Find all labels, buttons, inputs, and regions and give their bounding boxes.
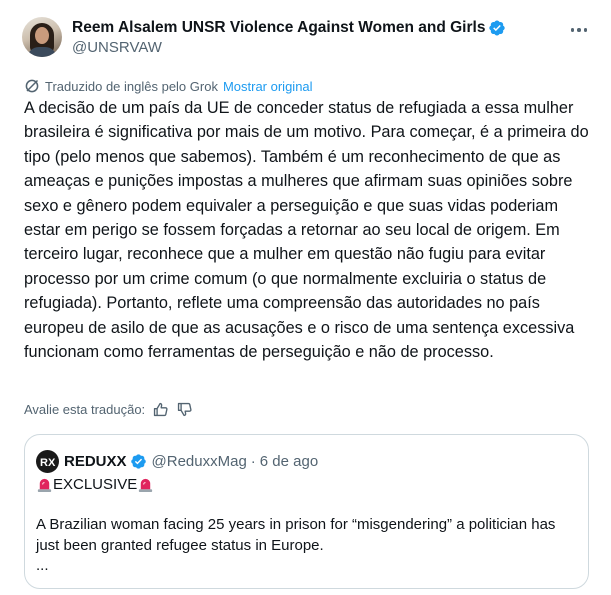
- quoted-tweet-ellipsis: ...: [36, 557, 49, 574]
- quoted-author-name[interactable]: REDUXX: [64, 453, 127, 470]
- author-name-row: Reem Alsalem UNSR Violence Against Women…: [72, 19, 506, 37]
- rate-translation: Avalie esta tradução:: [24, 401, 193, 418]
- quoted-separator: ·: [250, 453, 256, 470]
- translation-bar: Traduzido de inglês pelo Grok Mostrar or…: [24, 78, 313, 94]
- exclusive-line: EXCLUSIVE: [36, 476, 154, 493]
- rate-translation-label: Avalie esta tradução:: [24, 402, 146, 417]
- quoted-author-handle[interactable]: @ReduxxMag: [152, 453, 247, 470]
- quoted-verified-badge-icon: [130, 454, 146, 469]
- author-display-name[interactable]: Reem Alsalem UNSR Violence Against Women…: [72, 19, 485, 37]
- thumbs-down-icon[interactable]: [176, 401, 193, 418]
- more-options-icon[interactable]: [566, 20, 592, 40]
- post-text: A decisão de um país da UE de conceder s…: [24, 99, 589, 362]
- author-handle[interactable]: @UNSRVAW: [72, 39, 162, 56]
- author-avatar[interactable]: [22, 17, 62, 57]
- translation-note: Traduzido de inglês pelo Grok: [45, 78, 218, 94]
- siren-icon: [37, 478, 52, 493]
- tweet: Reem Alsalem UNSR Violence Against Women…: [0, 0, 611, 595]
- siren-icon: [139, 478, 153, 493]
- verified-badge-icon[interactable]: [488, 19, 506, 37]
- svg-text:RX: RX: [40, 457, 56, 469]
- reduxx-logo-icon[interactable]: RX: [36, 450, 59, 473]
- thumbs-up-icon[interactable]: [152, 401, 169, 418]
- quoted-tweet-header: RX REDUXX @ReduxxMag · 6 de ago: [36, 450, 318, 473]
- quoted-tweet[interactable]: RX REDUXX @ReduxxMag · 6 de ago EXCLUSIV…: [24, 434, 589, 589]
- quoted-date[interactable]: 6 de ago: [260, 453, 318, 470]
- show-original-link[interactable]: Mostrar original: [223, 79, 313, 94]
- grok-icon: [25, 79, 39, 93]
- exclusive-label: EXCLUSIVE: [53, 476, 138, 493]
- quoted-tweet-text: A Brazilian woman facing 25 years in pri…: [36, 516, 556, 554]
